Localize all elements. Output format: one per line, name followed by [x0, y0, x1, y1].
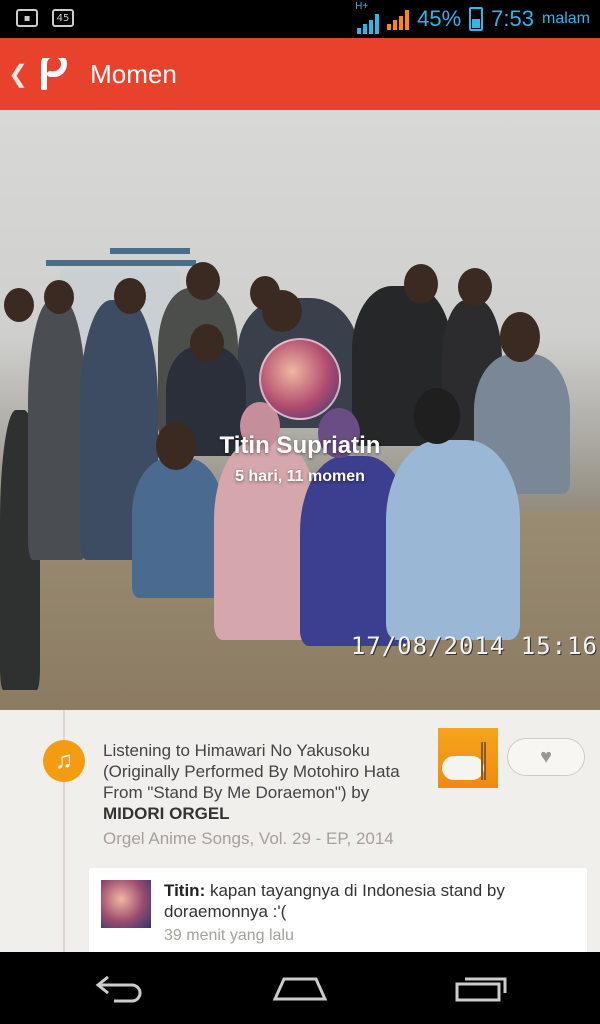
photo-timestamp: 17/08/2014 15:16 [350, 632, 598, 660]
comment-author: Titin: [164, 881, 206, 900]
profile-name[interactable]: Titin Supriatin [0, 432, 600, 460]
navigation-bar [0, 952, 600, 1024]
battery-icon [469, 7, 484, 31]
signal-strength-icon: H+ [355, 1, 380, 34]
recent-apps-icon[interactable] [450, 970, 510, 1006]
moment-description: Listening to Himawari No Yakusoku (Origi… [103, 741, 400, 802]
crane-decoration [46, 260, 196, 266]
album-art[interactable] [438, 728, 498, 788]
ladder-art [481, 742, 486, 780]
clock-ampm: malam [541, 10, 590, 27]
music-note-icon: ♫ [43, 740, 85, 782]
home-icon[interactable] [270, 970, 330, 1006]
moment-text[interactable]: Listening to Himawari No Yakusoku (Origi… [103, 740, 423, 824]
sim-icon: 45 [52, 9, 74, 27]
battery-percent: 45% [417, 6, 462, 31]
back-icon[interactable] [90, 970, 150, 1006]
comment-body: Titin: kapan tayangnya di Indonesia stan… [164, 880, 564, 922]
bbm-icon: ▪ [16, 9, 38, 27]
path-logo-icon[interactable] [36, 58, 68, 90]
back-chevron-icon[interactable]: ❮ [8, 60, 28, 89]
comment-time: 39 menit yang lalu [164, 927, 294, 944]
status-bar: ▪ 45 H+ 45% 7:53 malam [0, 0, 600, 38]
moment-feed: ♫ Listening to Himawari No Yakusoku (Ori… [0, 710, 600, 952]
network-type-label: H+ [355, 1, 369, 12]
app-bar: ❮ Momen [0, 38, 600, 110]
heart-icon: ♥ [540, 745, 552, 768]
moment-artist: MIDORI ORGEL [103, 804, 230, 823]
love-button[interactable]: ♥ [507, 738, 585, 776]
comment-card[interactable]: Titin: kapan tayangnya di Indonesia stan… [89, 868, 587, 952]
profile-avatar[interactable] [259, 338, 341, 420]
signal-strength-2-icon [387, 8, 410, 30]
clock: 7:53 [491, 6, 534, 31]
profile-cover-photo[interactable]: Titin Supriatin 5 hari, 11 momen 17/08/2… [0, 110, 600, 710]
profile-summary: 5 hari, 11 momen [235, 468, 365, 485]
cloud-art [442, 756, 484, 780]
moment-album: Orgel Anime Songs, Vol. 29 - EP, 2014 [103, 829, 394, 848]
crane-decoration-2 [110, 248, 190, 254]
page-title: Momen [90, 58, 177, 89]
comment-text: kapan tayangnya di Indonesia stand by do… [164, 881, 505, 921]
comment-avatar[interactable] [101, 880, 151, 928]
